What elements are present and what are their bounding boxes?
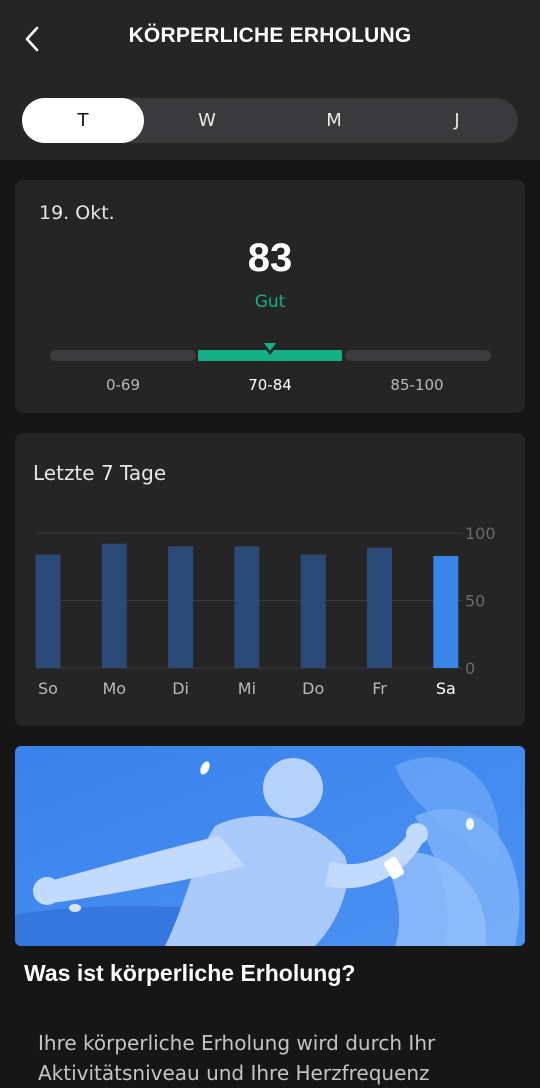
tab-week[interactable]: W	[146, 98, 268, 143]
recovery-illustration	[15, 746, 525, 946]
info-title: Was ist körperliche Erholung?	[24, 960, 356, 986]
page-title: KÖRPERLICHE ERHOLUNG	[128, 24, 412, 47]
score-marker-fill	[264, 343, 276, 351]
chart-bar[interactable]	[433, 555, 459, 668]
y-tick-label: 100	[465, 524, 496, 543]
score-card: 19. Okt. 83 Gut 0-69 70-84 85-100	[15, 180, 525, 413]
score-date: 19. Okt.	[39, 202, 115, 224]
chart-bar[interactable]	[367, 547, 392, 668]
x-tick-label: Di	[172, 679, 189, 698]
x-tick-label: Sa	[436, 679, 456, 698]
tab-year[interactable]: J	[396, 98, 518, 143]
score-rating: Gut	[254, 292, 286, 312]
chart-bar[interactable]	[168, 546, 194, 669]
chart-bar[interactable]	[101, 543, 127, 668]
chart-card: Letzte 7 Tage 100 50 0 So Mo Di Mi Do Fr Sa	[15, 433, 525, 726]
y-tick-label: 50	[465, 592, 485, 611]
range-label-high: 85-100	[390, 376, 444, 394]
x-tick-label: Fr	[372, 679, 387, 698]
bar-chart: 100 50 0 So Mo Di Mi Do Fr Sa	[35, 524, 496, 698]
range-bar-high	[345, 350, 491, 361]
info-body: Ihre körperliche Erholung wird durch Ihr…	[38, 1031, 436, 1085]
x-tick-label: Mo	[103, 679, 127, 698]
chart-bar[interactable]	[234, 546, 260, 669]
range-bar-low	[50, 350, 196, 361]
x-tick-label: Do	[302, 679, 324, 698]
header: KÖRPERLICHE ERHOLUNG T W M J	[0, 0, 540, 160]
recovery-score: 83	[247, 236, 293, 280]
range-label-mid: 70-84	[248, 376, 292, 394]
chart-bar[interactable]	[300, 554, 326, 668]
range-label-low: 0-69	[105, 376, 141, 394]
tab-month[interactable]: M	[272, 98, 396, 143]
period-tabs: T W M J	[22, 98, 518, 143]
y-tick-label: 0	[465, 659, 475, 678]
tab-day[interactable]: T	[22, 98, 144, 143]
x-tick-label: So	[38, 679, 58, 698]
x-tick-label: Mi	[238, 679, 256, 698]
chart-bar[interactable]	[35, 554, 61, 668]
